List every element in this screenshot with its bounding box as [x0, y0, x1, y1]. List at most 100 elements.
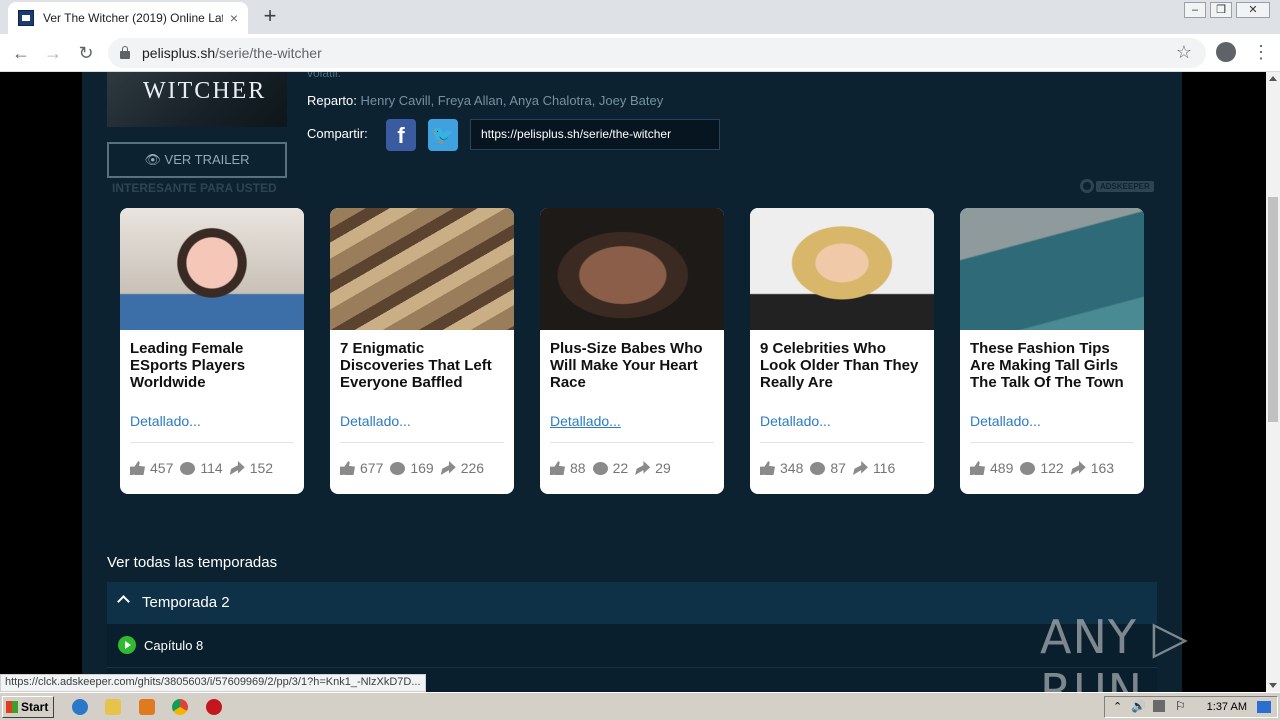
- twitter-share-icon[interactable]: 🐦: [428, 119, 458, 151]
- share-count: 116: [872, 460, 896, 476]
- ad-detail-link[interactable]: Detallado...: [120, 414, 304, 442]
- close-tab-icon[interactable]: ×: [230, 10, 238, 26]
- facebook-share-icon[interactable]: f: [386, 119, 416, 151]
- warning-app-icon[interactable]: [206, 699, 222, 715]
- share-arrow-icon: [440, 461, 456, 475]
- ad-image[interactable]: [750, 208, 934, 330]
- restore-icon[interactable]: ❐: [1210, 2, 1232, 18]
- profile-avatar-icon[interactable]: [1216, 42, 1236, 62]
- ad-title[interactable]: 9 Celebrities Who Look Older Than They R…: [750, 330, 934, 414]
- ad-card[interactable]: Leading Female ESports Players Worldwide…: [120, 208, 304, 494]
- share-arrow-icon: [635, 461, 651, 475]
- flag-icon[interactable]: ⚐: [1175, 699, 1186, 713]
- seasons-heading: Ver todas las temporadas: [107, 554, 278, 571]
- key-icon: [1080, 179, 1094, 193]
- lock-icon: [120, 46, 130, 59]
- share-arrow-icon: [1070, 461, 1086, 475]
- folder-icon[interactable]: [105, 699, 121, 715]
- url-path: /serie/the-witcher: [215, 45, 322, 61]
- ad-title[interactable]: These Fashion Tips Are Making Tall Girls…: [960, 330, 1144, 414]
- ad-detail-link[interactable]: Detallado...: [750, 414, 934, 442]
- browser-tab[interactable]: Ver The Witcher (2019) Online Latino ×: [8, 2, 248, 34]
- divider: [760, 442, 924, 443]
- share-arrow-icon: [229, 461, 245, 475]
- divider: [130, 442, 294, 443]
- menu-kebab-icon[interactable]: ⋮: [1252, 42, 1270, 62]
- ad-detail-link[interactable]: Detallado...: [330, 414, 514, 442]
- forward-icon[interactable]: →: [42, 42, 64, 64]
- adskeeper-logo[interactable]: ADSKEEPER: [1080, 179, 1154, 193]
- ad-stats: 88 22 29: [540, 460, 724, 476]
- ad-detail-link[interactable]: Detallado...: [540, 414, 724, 442]
- tab-title: Ver The Witcher (2019) Online Latino: [43, 11, 223, 25]
- cast-label: Reparto:: [307, 93, 357, 108]
- play-icon: [118, 636, 136, 654]
- network-icon[interactable]: [1153, 700, 1165, 712]
- close-window-icon[interactable]: ✕: [1236, 2, 1270, 18]
- thumbs-up-icon: [550, 461, 565, 475]
- start-label: Start: [21, 700, 49, 714]
- ad-title[interactable]: Plus-Size Babes Who Will Make Your Heart…: [540, 330, 724, 414]
- ad-image[interactable]: [960, 208, 1144, 330]
- new-tab-button[interactable]: +: [258, 4, 282, 28]
- ad-card[interactable]: 7 Enigmatic Discoveries That Left Everyo…: [330, 208, 514, 494]
- comment-icon: [180, 461, 196, 475]
- ad-image[interactable]: [120, 208, 304, 330]
- ad-detail-link[interactable]: Detallado...: [960, 414, 1144, 442]
- chevron-up-icon: [117, 595, 130, 608]
- ad-card[interactable]: Plus-Size Babes Who Will Make Your Heart…: [540, 208, 724, 494]
- season-accordion-header[interactable]: Temporada 2: [107, 582, 1157, 624]
- reload-icon[interactable]: ↻: [75, 42, 97, 64]
- season-label: Temporada 2: [142, 594, 230, 611]
- comment-count: 22: [612, 460, 629, 476]
- taskbar: Start ⌃ 🔊 ⚐ 1:37 AM: [0, 692, 1280, 720]
- thumbs-up-icon: [340, 461, 355, 475]
- watch-trailer-button[interactable]: 👁 VER TRAILER: [107, 142, 287, 178]
- like-count: 489: [990, 460, 1014, 476]
- ad-stats: 457 114 152: [120, 460, 304, 476]
- share-count: 226: [460, 460, 485, 476]
- minimize-icon[interactable]: –: [1184, 2, 1206, 18]
- series-poster: WITCHER: [107, 72, 287, 127]
- comment-icon: [810, 461, 826, 475]
- ad-stats: 677 169 226: [330, 460, 514, 476]
- address-bar[interactable]: pelisplus.sh /serie/the-witcher ☆: [108, 38, 1206, 68]
- comment-icon: [1020, 461, 1036, 475]
- ad-card[interactable]: These Fashion Tips Are Making Tall Girls…: [960, 208, 1144, 494]
- ad-image[interactable]: [540, 208, 724, 330]
- thumbs-up-icon: [970, 461, 985, 475]
- ad-card[interactable]: 9 Celebrities Who Look Older Than They R…: [750, 208, 934, 494]
- media-player-icon[interactable]: [139, 699, 155, 715]
- chrome-icon[interactable]: [172, 699, 188, 715]
- ad-image[interactable]: [330, 208, 514, 330]
- ad-title[interactable]: 7 Enigmatic Discoveries That Left Everyo…: [330, 330, 514, 414]
- comment-icon: [592, 461, 608, 475]
- anyrun-watermark: ANY ▷ RUN: [1040, 610, 1189, 692]
- ad-title[interactable]: Leading Female ESports Players Worldwide: [120, 330, 304, 414]
- like-count: 88: [570, 460, 586, 476]
- toolbar: ← → ↻ pelisplus.sh /serie/the-witcher ☆: [0, 34, 1280, 72]
- scroll-up-icon[interactable]: [1269, 76, 1277, 81]
- internet-explorer-icon[interactable]: [72, 699, 88, 715]
- share-arrow-icon: [852, 461, 868, 475]
- tray-expand-icon[interactable]: ⌃: [1113, 700, 1122, 713]
- system-tray: ⌃ 🔊 ⚐ 1:37 AM: [1104, 696, 1278, 718]
- divider: [550, 442, 714, 443]
- share-count: 152: [249, 460, 274, 476]
- scroll-down-icon[interactable]: [1269, 683, 1277, 688]
- thumbs-up-icon: [760, 461, 775, 475]
- back-icon[interactable]: ←: [10, 42, 32, 64]
- episode-row[interactable]: Capítulo 8: [107, 624, 1157, 668]
- share-count: 29: [655, 460, 671, 476]
- vertical-scrollbar[interactable]: [1266, 72, 1280, 692]
- divider: [970, 442, 1134, 443]
- synopsis-text: volátil.: [307, 72, 342, 80]
- like-count: 348: [780, 460, 804, 476]
- volume-icon[interactable]: 🔊: [1131, 699, 1146, 713]
- share-url-field[interactable]: https://pelisplus.sh/serie/the-witcher: [470, 119, 720, 150]
- scroll-thumb[interactable]: [1268, 197, 1278, 422]
- bookmark-star-icon[interactable]: ☆: [1176, 42, 1192, 63]
- start-button[interactable]: Start: [2, 696, 54, 718]
- show-desktop-icon[interactable]: [1257, 701, 1271, 713]
- windows-logo-icon: [6, 701, 18, 713]
